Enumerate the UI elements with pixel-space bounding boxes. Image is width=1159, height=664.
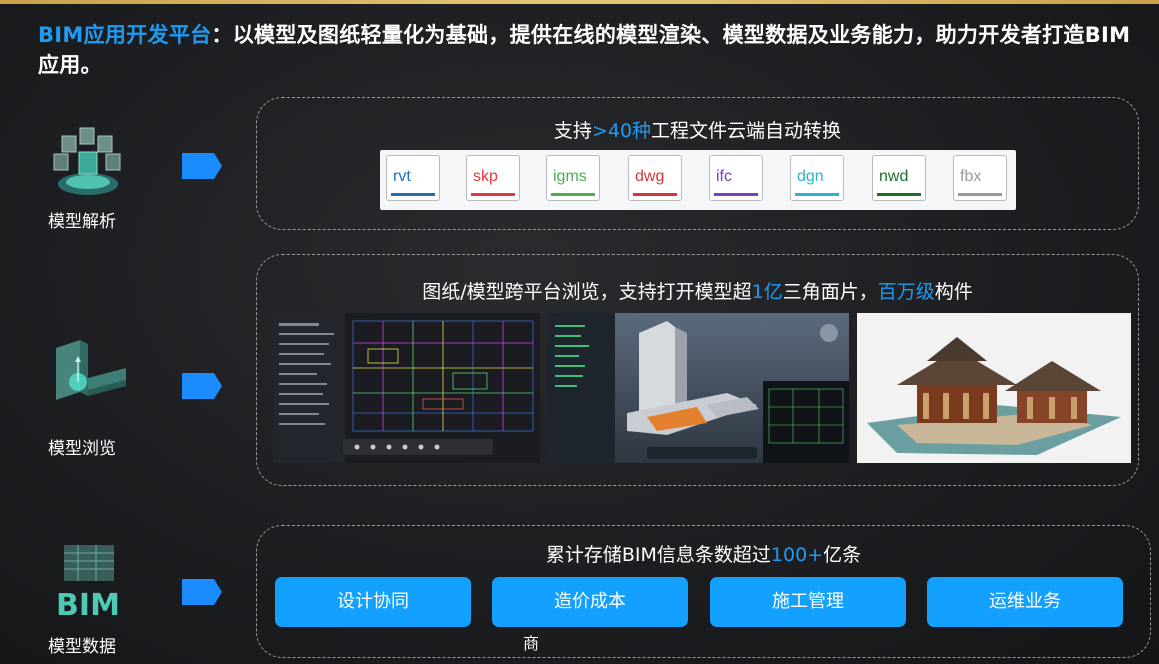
format-strip: rvt skp igms dwg ifc dgn nwd fbx (380, 150, 1016, 210)
ancient-building-render (857, 313, 1131, 463)
format-underline (795, 193, 839, 196)
cost-button[interactable]: 造价成本 (492, 577, 688, 627)
format-label: fbx (960, 168, 982, 185)
format-dwg: dwg (628, 155, 682, 201)
construction-mgmt-button[interactable]: 施工管理 (710, 577, 906, 627)
headline-accent: BIM应用开发平台 (38, 23, 212, 47)
model-parse-icon (53, 127, 121, 195)
panel2-title-pre: 图纸/模型跨平台浏览，支持打开模型超 (422, 281, 752, 303)
panel2-title-highlight2: 百万级 (877, 281, 935, 303)
format-label: rvt (393, 168, 411, 185)
format-label: ifc (716, 168, 732, 185)
arrow-right-icon (182, 373, 222, 399)
panel2-title-post: 构件 (934, 281, 973, 303)
arrow-right-icon (182, 579, 222, 605)
format-dgn: dgn (790, 155, 844, 201)
format-underline (714, 193, 758, 196)
format-rvt: rvt (386, 155, 440, 201)
operations-button[interactable]: 运维业务 (927, 577, 1123, 627)
model-browse-icon (56, 340, 126, 400)
row-label-browse: 模型浏览 (48, 439, 116, 459)
format-ifc: ifc (709, 155, 763, 201)
panel2-title-highlight1: 1亿 (751, 281, 783, 303)
format-nwd: nwd (872, 155, 926, 201)
row-label-parse: 模型解析 (48, 212, 116, 232)
model-browse-panel: 图纸/模型跨平台浏览，支持打开模型超1亿三角面片，百万级构件 (256, 254, 1139, 486)
page-headline: BIM应用开发平台：以模型及图纸轻量化为基础，提供在线的模型渲染、模型数据及业务… (38, 20, 1138, 80)
bim-data-icon: BIM (56, 545, 120, 623)
panel3-title-post: 亿条 (823, 544, 862, 566)
format-underline (391, 193, 435, 196)
cad-drawing-screenshot (273, 313, 540, 463)
stray-glyph: 商 (523, 634, 540, 653)
format-underline (471, 193, 515, 196)
format-label: dgn (797, 168, 824, 185)
top-accent-bar (0, 0, 1159, 4)
panel2-title: 图纸/模型跨平台浏览，支持打开模型超1亿三角面片，百万级构件 (257, 277, 1138, 304)
format-underline (877, 193, 921, 196)
panel3-title: 累计存储BIM信息条数超过100+亿条 (257, 540, 1150, 567)
arrow-right-icon (182, 153, 222, 179)
panel2-title-mid: 三角面片， (782, 281, 878, 303)
panel3-title-pre: 累计存储BIM信息条数超过 (545, 544, 771, 566)
bim-data-panel: 累计存储BIM信息条数超过100+亿条 设计协同 造价成本 施工管理 运维业务 (256, 525, 1151, 658)
panel1-title: 支持>40种工程文件云端自动转换 (257, 116, 1138, 143)
row-label-data: 模型数据 (48, 637, 116, 657)
format-label: nwd (879, 168, 909, 185)
format-underline (633, 193, 677, 196)
format-label: dwg (635, 168, 665, 185)
3d-model-screenshot (547, 313, 849, 463)
format-igms: igms (546, 155, 600, 201)
format-underline (958, 193, 1002, 196)
format-label: skp (473, 168, 498, 185)
panel1-title-highlight: >40种 (591, 120, 652, 142)
design-collab-button[interactable]: 设计协同 (275, 577, 471, 627)
file-conversion-panel: 支持>40种工程文件云端自动转换 rvt skp igms dwg ifc dg… (256, 97, 1139, 230)
panel3-title-highlight: 100+ (770, 544, 824, 566)
format-underline (551, 193, 595, 196)
format-label: igms (553, 168, 587, 185)
svg-text:BIM: BIM (56, 588, 120, 623)
format-skp: skp (466, 155, 520, 201)
panel1-title-pre: 支持 (553, 120, 592, 142)
format-fbx: fbx (953, 155, 1007, 201)
panel1-title-post: 工程文件云端自动转换 (651, 120, 842, 142)
